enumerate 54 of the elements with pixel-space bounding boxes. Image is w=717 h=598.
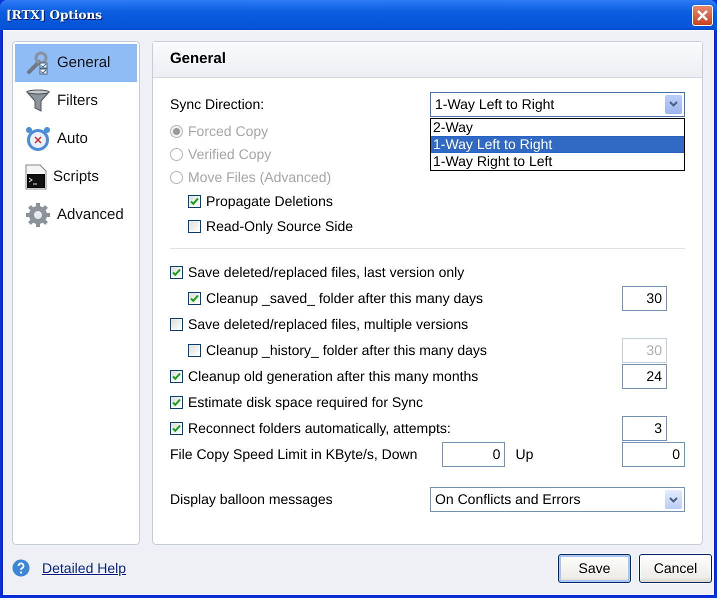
checkbox-label: Propagate Deletions — [206, 192, 333, 211]
checkbox-label: Estimate disk space required for Sync — [188, 392, 423, 412]
dropdown-option[interactable]: 1-Way Left to Right — [431, 136, 684, 152]
panel-title: General — [170, 49, 226, 70]
field-label: Display balloon messages — [170, 490, 333, 509]
dropdown-option[interactable]: 2-Way — [431, 118, 684, 136]
sidebar-item[interactable]: Advanced — [15, 196, 137, 234]
save-button[interactable]: Save — [558, 554, 631, 582]
checkbox-label: Cleanup old generation after this many months — [188, 366, 478, 386]
field-label: Sync Direction: — [170, 94, 264, 114]
number-field[interactable]: 30 — [622, 286, 667, 310]
checkbox[interactable] — [170, 318, 183, 330]
clock-icon — [25, 126, 51, 152]
dropdown[interactable]: On Conflicts and Errors — [430, 487, 685, 512]
help-link[interactable]: Detailed Help — [42, 558, 126, 578]
radio-label: Forced Copy — [188, 122, 268, 141]
dropdown[interactable]: 1-Way Left to Right — [430, 92, 685, 116]
checkbox-label: Cleanup _history_ folder after this many days — [206, 340, 487, 360]
cancel-button[interactable]: Cancel — [639, 554, 712, 582]
field-label: File Copy Speed Limit in KByte/s, Down — [170, 444, 418, 464]
dropdown-value: 1-Way Left to Right — [435, 94, 554, 114]
gear-icon — [25, 202, 51, 228]
number-field[interactable]: 3 — [622, 416, 667, 440]
checkbox-label: Cleanup _saved_ folder after this many days — [206, 288, 484, 308]
dropdown-option[interactable]: 1-Way Right to Left — [431, 152, 684, 170]
number-field[interactable]: 0 — [442, 442, 506, 466]
checkbox-label: Reconnect folders automatically, attempts: — [188, 418, 451, 438]
sidebar-item[interactable]: General — [15, 44, 137, 82]
funnel-icon — [25, 88, 51, 114]
help-icon — [12, 559, 30, 577]
checkbox-label: Save deleted/replaced files, multiple versions — [188, 314, 468, 334]
sidebar-item[interactable]: Filters — [15, 82, 137, 120]
field-label: Up — [515, 444, 534, 464]
checkbox-label: Read-Only Source Side — [206, 217, 354, 236]
terminal-icon — [25, 164, 47, 190]
close-icon — [696, 8, 709, 22]
close-button[interactable] — [692, 4, 713, 26]
checkbox[interactable] — [170, 422, 183, 434]
dropdown-value: On Conflicts and Errors — [435, 490, 580, 509]
checkbox[interactable] — [188, 195, 201, 208]
radio-label: Move Files (Advanced) — [188, 168, 332, 187]
checkbox[interactable] — [188, 220, 201, 233]
number-field[interactable]: 0 — [622, 442, 685, 466]
checkbox-label: Save deleted/replaced files, last version only — [188, 262, 464, 282]
window-title: [RTX] Options — [6, 7, 102, 24]
sidebar-item[interactable]: Auto — [15, 120, 137, 158]
checkbox[interactable] — [170, 370, 183, 382]
checkbox[interactable] — [170, 266, 183, 278]
checkbox[interactable] — [188, 292, 201, 304]
number-field[interactable]: 24 — [622, 364, 667, 388]
checkbox[interactable] — [188, 344, 201, 356]
radio-label: Verified Copy — [188, 145, 272, 164]
sidebar-item[interactable]: Scripts — [15, 158, 137, 196]
checkbox[interactable] — [170, 396, 183, 408]
